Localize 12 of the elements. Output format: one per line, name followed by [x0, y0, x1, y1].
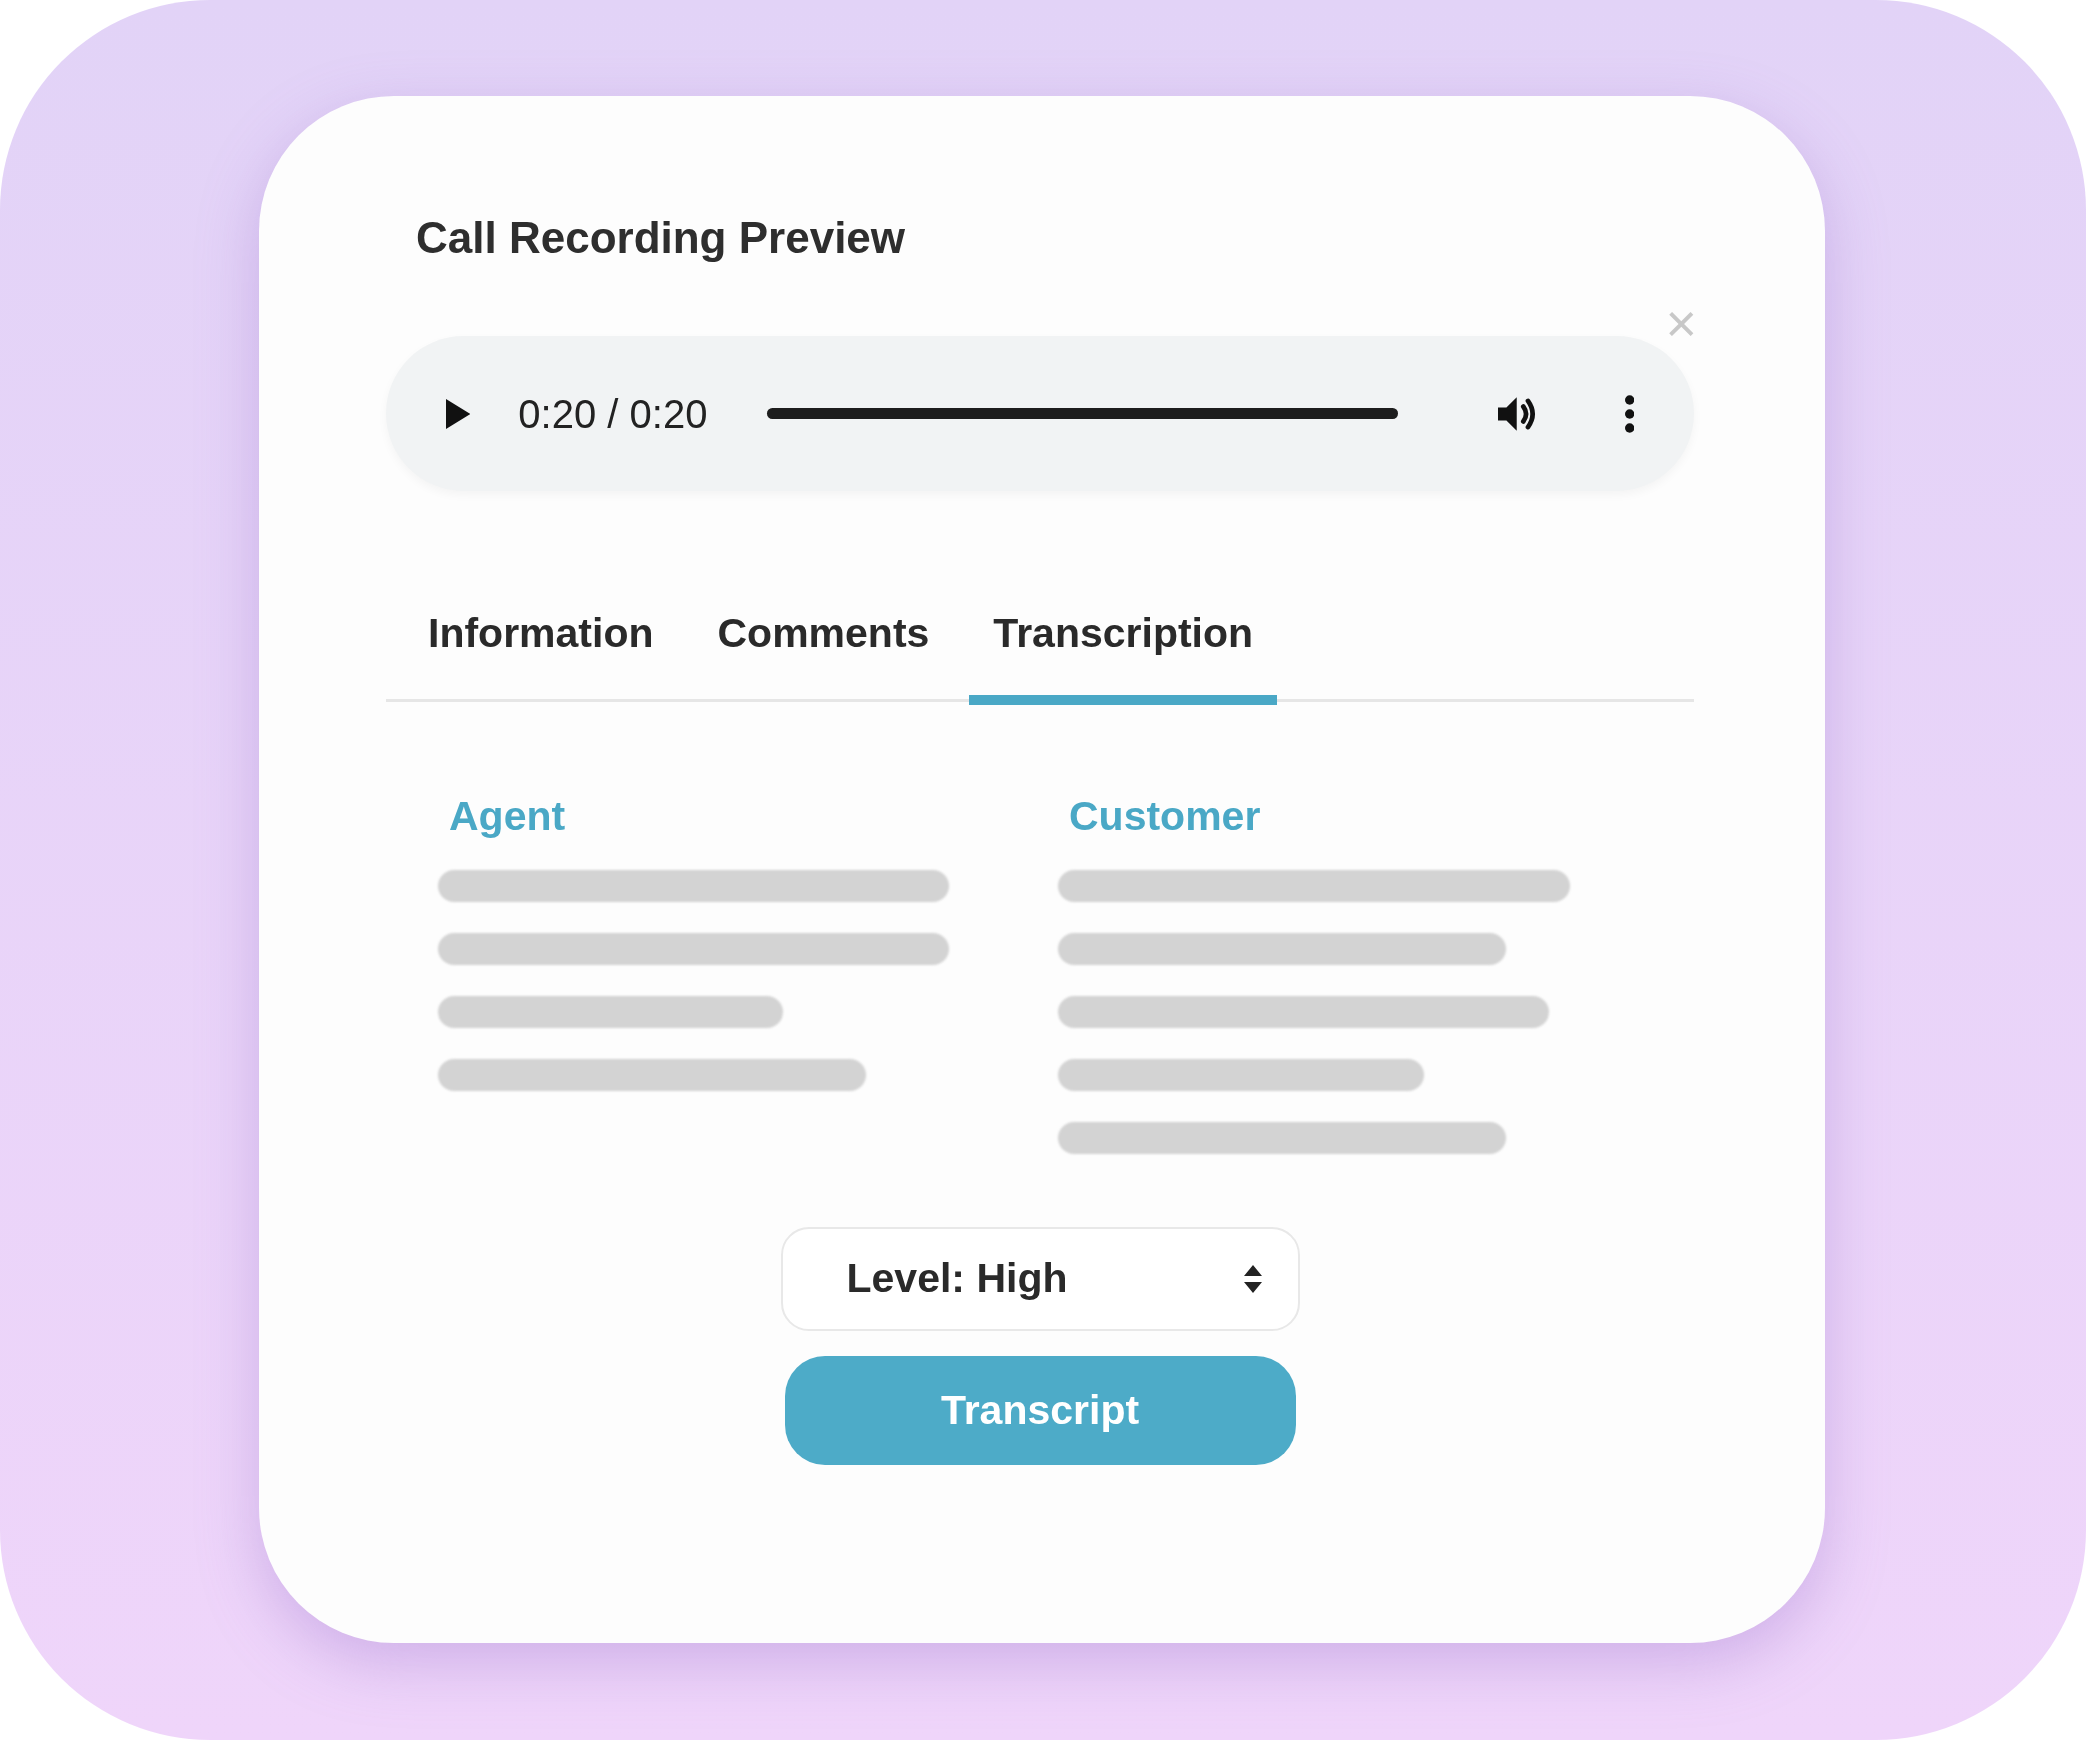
tab[interactable]: Comments	[693, 603, 954, 705]
more-icon[interactable]	[1624, 393, 1634, 434]
sort-icon	[1243, 1265, 1262, 1293]
column-heading: Agent	[449, 793, 567, 839]
level-select[interactable]: Level: High	[780, 1227, 1300, 1331]
tab[interactable]: Transcription	[969, 603, 1278, 705]
column-heading: Customer	[1069, 793, 1262, 839]
tab[interactable]: Information	[404, 603, 678, 705]
progress-bar[interactable]	[767, 408, 1398, 420]
dialog-title: Call Recording Preview	[416, 212, 907, 263]
time-display: 0:20 / 0:20	[518, 390, 708, 438]
play-icon[interactable]	[446, 397, 471, 430]
